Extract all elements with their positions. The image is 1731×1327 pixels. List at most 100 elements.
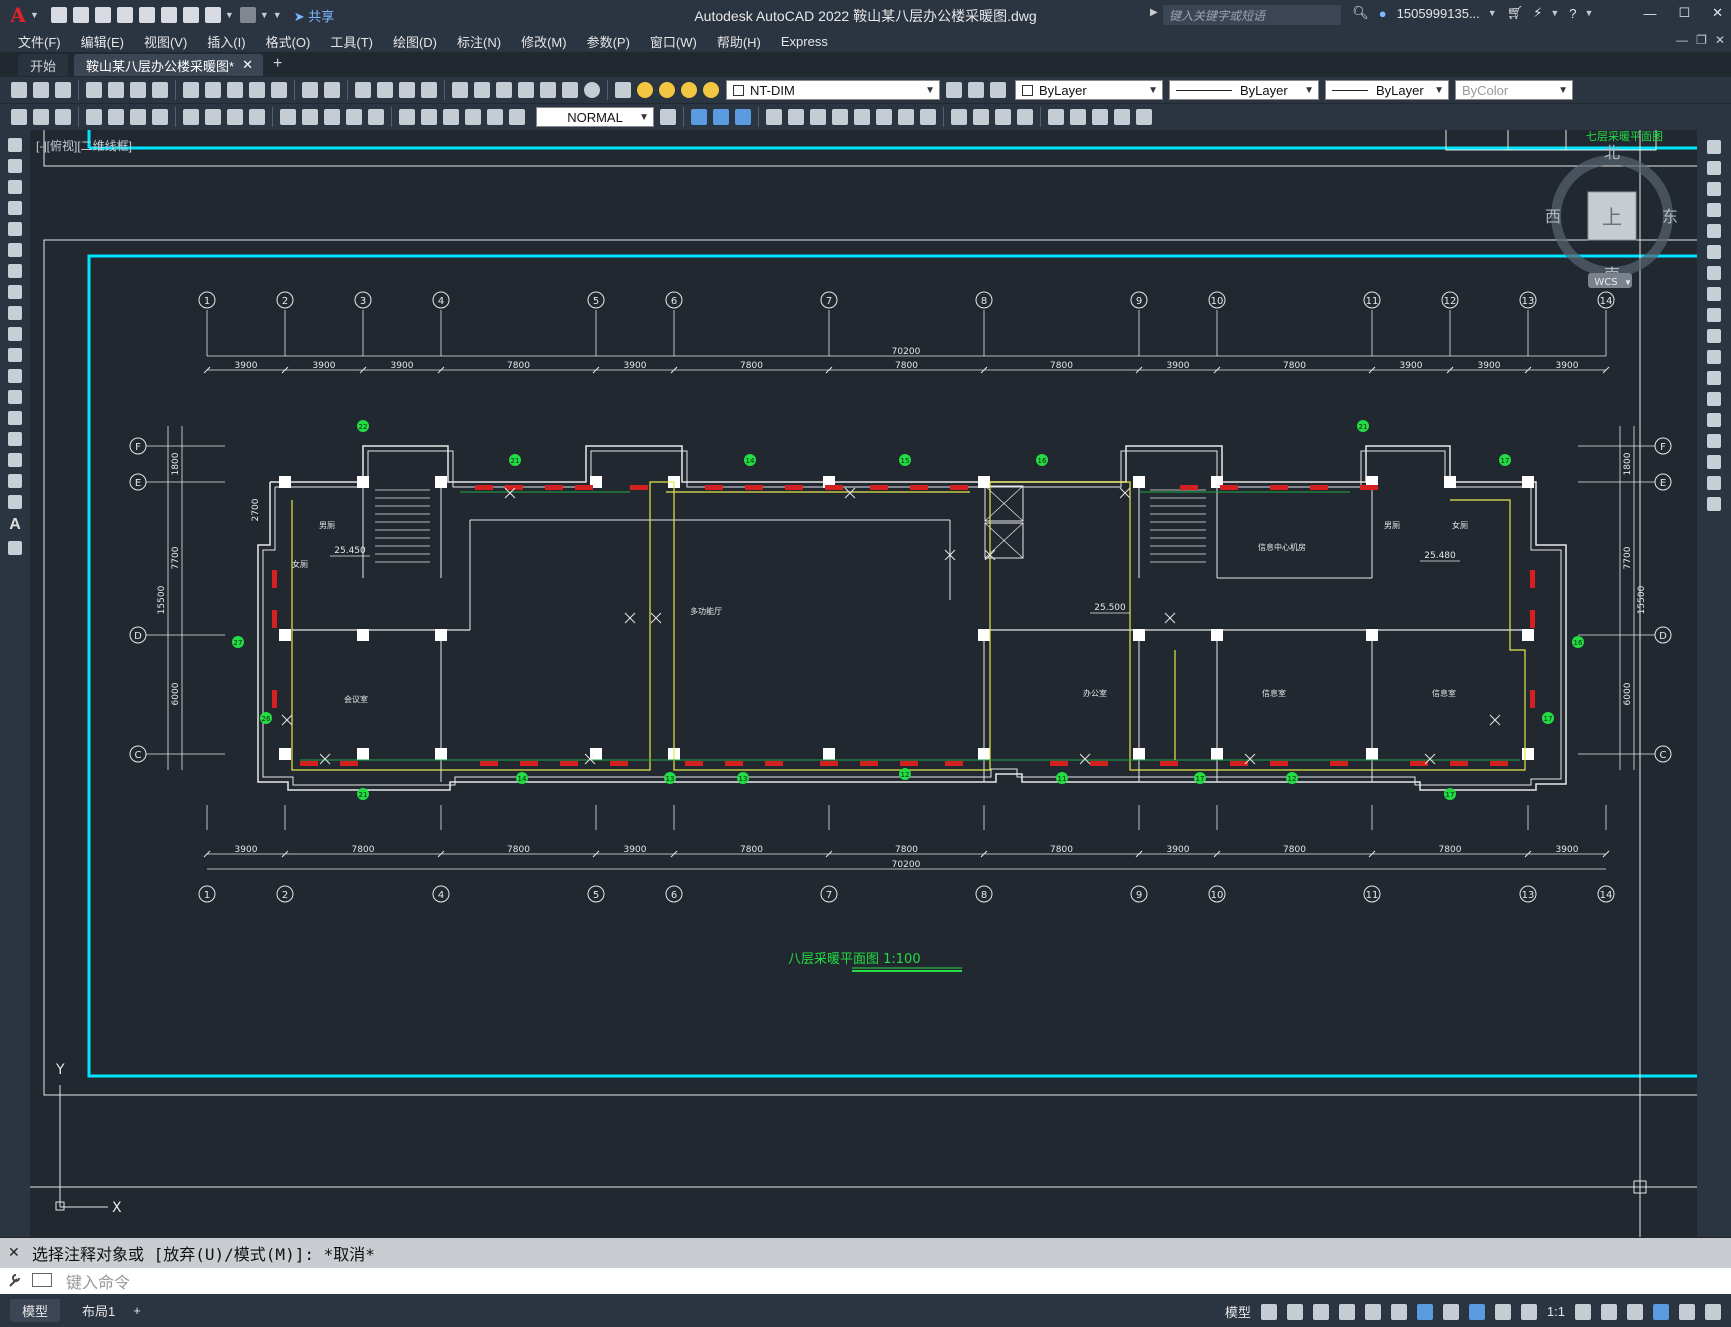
viewport-controls-label[interactable]: [-][俯视][二维线框] — [36, 137, 132, 154]
linetype-dropdown[interactable]: ByLayer ▼ — [1169, 80, 1319, 100]
design-center-icon[interactable] — [474, 82, 490, 98]
tab-start[interactable]: 开始 — [18, 54, 69, 76]
extend-r-icon[interactable] — [1707, 350, 1721, 364]
wcs-caret-icon[interactable]: ▼ — [1624, 278, 1632, 287]
help-caret-icon[interactable]: ▼ — [1585, 8, 1594, 18]
move-icon[interactable] — [766, 109, 782, 125]
zoom-realtime-icon[interactable] — [377, 82, 393, 98]
menu-help[interactable]: 帮助(H) — [707, 32, 771, 51]
viewcube-north-label[interactable]: 北 — [1604, 143, 1620, 162]
rectangle-icon[interactable] — [8, 222, 22, 236]
tool-palettes-icon[interactable] — [496, 82, 512, 98]
stretch-r-icon[interactable] — [1707, 308, 1721, 322]
redo-icon[interactable] — [239, 7, 256, 23]
open-icon[interactable] — [33, 82, 49, 98]
menu-modify[interactable]: 修改(M) — [511, 32, 577, 51]
gradient-icon[interactable] — [8, 453, 22, 467]
osnap-tracking-icon[interactable] — [1364, 1303, 1381, 1320]
layer-previous-icon[interactable] — [968, 82, 984, 98]
array-icon[interactable] — [898, 109, 914, 125]
plot-tool-icon[interactable] — [86, 82, 102, 98]
explode-icon[interactable] — [1707, 497, 1721, 511]
image-icon[interactable] — [1136, 109, 1152, 125]
dim-update-icon[interactable] — [660, 109, 676, 125]
isodraft-icon[interactable] — [1390, 1303, 1407, 1320]
share-button[interactable]: ➤ 共享 — [294, 6, 335, 25]
offset-r-icon[interactable] — [1707, 203, 1721, 217]
dim-tool-3-icon[interactable] — [55, 109, 71, 125]
properties-icon[interactable] — [452, 82, 468, 98]
quickcalc-icon[interactable] — [562, 82, 578, 98]
plot-icon[interactable] — [182, 7, 199, 23]
diameter-dim-icon[interactable] — [227, 109, 243, 125]
menu-file[interactable]: 文件(F) — [0, 32, 71, 51]
array-r-icon[interactable] — [1707, 224, 1721, 238]
open-web-icon[interactable] — [138, 7, 155, 23]
customize-caret-icon[interactable]: ▼ — [273, 10, 282, 20]
hatch-icon[interactable] — [8, 432, 22, 446]
break-icon[interactable] — [995, 109, 1011, 125]
spline-icon[interactable] — [8, 306, 22, 320]
zoom-previous-icon[interactable] — [421, 82, 437, 98]
layer-lock-icon[interactable] — [703, 82, 719, 98]
baseline-dim-icon[interactable] — [302, 109, 318, 125]
arc-length-icon[interactable] — [130, 109, 146, 125]
doc-close-button[interactable]: ✕ — [1715, 33, 1725, 47]
help-tool-icon[interactable] — [584, 82, 600, 98]
command-input[interactable]: 键入命令 — [66, 1269, 130, 1293]
insert-icon[interactable] — [8, 369, 22, 383]
app-menu-caret-icon[interactable]: ▼ — [30, 10, 39, 20]
new-file-icon[interactable] — [50, 7, 67, 23]
annotation-scale-icon[interactable] — [1520, 1303, 1537, 1320]
scale-icon[interactable] — [876, 109, 892, 125]
viewcube-face-label[interactable]: 上 — [1602, 205, 1622, 229]
wcs-label[interactable]: WCS — [1594, 277, 1617, 288]
autodesk-app-icon[interactable]: ⚡︎ — [1533, 5, 1542, 21]
auto-scale-icon[interactable] — [1494, 1303, 1511, 1320]
jogged-linear-icon[interactable] — [465, 109, 481, 125]
menu-parametric[interactable]: 参数(P) — [577, 32, 640, 51]
drawing-canvas[interactable]: 七层采暖平面图 1 2 3 4 5 6 7 8 9 10 11 12 13 14 1 2 4 5 6 7 8 9 10 11 1… — [30, 130, 1697, 1237]
fillet-icon[interactable] — [1707, 455, 1721, 469]
tab-drawing[interactable]: 鞍山某八层办公楼采暖图* ✕ — [74, 54, 263, 76]
tab-close-icon[interactable]: ✕ — [242, 57, 253, 73]
circle-icon[interactable] — [8, 264, 22, 278]
command-close-button[interactable]: ✕ — [8, 1244, 20, 1261]
annotation-scale-value[interactable]: 1:1 — [1547, 1304, 1565, 1319]
clip-icon[interactable] — [1092, 109, 1108, 125]
construction-line-icon[interactable] — [8, 159, 22, 173]
jogged-dim-icon[interactable] — [205, 109, 221, 125]
angular-dim-icon[interactable] — [249, 109, 265, 125]
menu-view[interactable]: 视图(V) — [134, 32, 197, 51]
mirror-r-icon[interactable] — [1707, 182, 1721, 196]
erase-icon[interactable] — [1707, 140, 1721, 154]
model-space-label[interactable]: 模型 — [1225, 1302, 1251, 1321]
model-tab[interactable]: 模型 — [10, 1299, 61, 1322]
polygon-icon[interactable] — [8, 201, 22, 215]
search-expand-icon[interactable]: ▶ — [1150, 7, 1158, 18]
join-r-icon[interactable] — [1707, 413, 1721, 427]
menu-tools[interactable]: 工具(T) — [320, 32, 383, 51]
inspection-icon[interactable] — [443, 109, 459, 125]
dim-break-icon[interactable] — [368, 109, 384, 125]
dim-space-icon[interactable] — [346, 109, 362, 125]
block-editor-icon[interactable] — [271, 82, 287, 98]
polar-icon[interactable] — [1338, 1303, 1355, 1320]
plotstyle-dropdown[interactable]: ByColor ▼ — [1455, 80, 1573, 100]
recent-commands-icon[interactable] — [32, 1273, 52, 1287]
annotation-visibility-icon[interactable] — [1468, 1303, 1485, 1320]
table-icon[interactable] — [8, 495, 22, 509]
markup-icon[interactable] — [540, 82, 556, 98]
undo-tool-icon[interactable] — [302, 82, 318, 98]
pan-icon[interactable] — [355, 82, 371, 98]
dim-text-edit-icon[interactable] — [509, 109, 525, 125]
make-block-icon[interactable] — [8, 390, 22, 404]
aligned-dim-icon[interactable] — [108, 109, 124, 125]
menu-draw[interactable]: 绘图(D) — [383, 32, 447, 51]
dim-tool-1-icon[interactable] — [11, 109, 27, 125]
stretch-icon[interactable] — [810, 109, 826, 125]
trim-r-icon[interactable] — [1707, 329, 1721, 343]
dim-tool-2-icon[interactable] — [33, 109, 49, 125]
search-input[interactable]: 键入关键字或短语 — [1163, 5, 1341, 25]
region-icon[interactable] — [8, 474, 22, 488]
